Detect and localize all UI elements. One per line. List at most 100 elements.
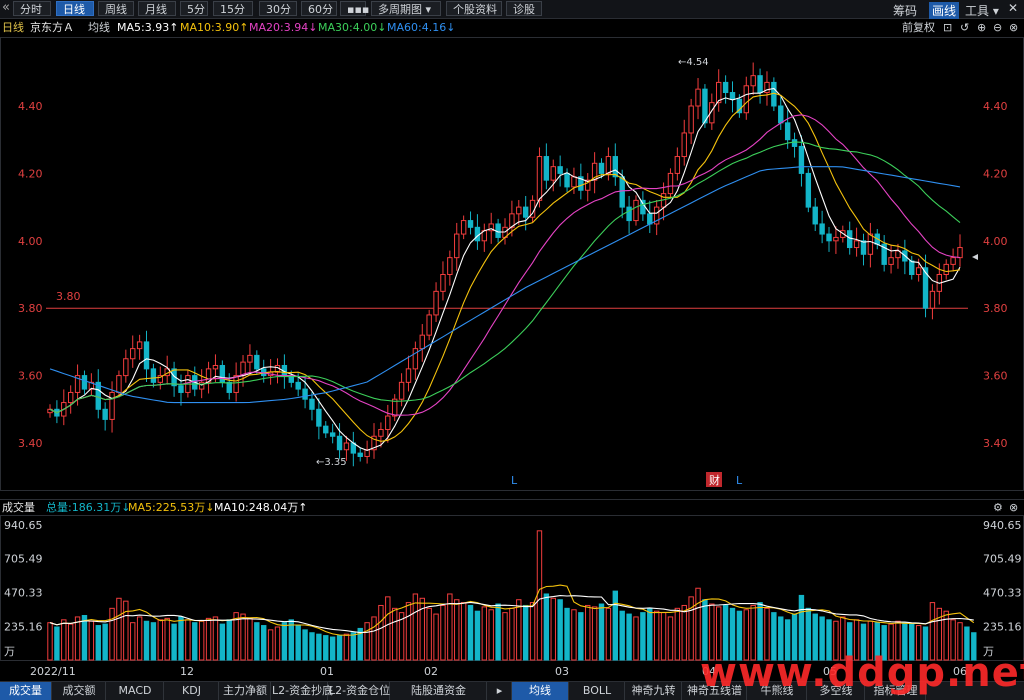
candle <box>212 364 219 370</box>
candle <box>812 206 818 225</box>
volume-total: 总量:186.31万↓ <box>46 501 131 514</box>
candle <box>516 206 522 215</box>
candle <box>460 220 467 235</box>
toolbar-item-11[interactable]: 诊股 <box>506 1 542 16</box>
volume-bar <box>467 604 474 661</box>
volume-bar <box>143 620 150 661</box>
volume-bar <box>178 616 184 661</box>
candle <box>357 452 363 457</box>
ma5-line <box>49 87 961 451</box>
toolbar-item-8[interactable]: ▪▪▪ <box>340 1 369 16</box>
low-annotation: ←3.35 <box>316 457 347 468</box>
indicator-tab-0[interactable]: 成交量 <box>0 682 52 700</box>
candle <box>536 156 543 201</box>
volume-bar <box>433 613 439 661</box>
volume-bar <box>95 625 101 661</box>
candle <box>116 375 122 393</box>
toolbar-item-4[interactable]: 5分 <box>180 1 208 16</box>
indicator-tab-1[interactable]: 成交额 <box>53 682 106 700</box>
indicator-tab-8[interactable]: ▸ <box>488 682 512 700</box>
candle <box>440 274 446 292</box>
candle <box>454 233 460 259</box>
indicator-tab-10[interactable]: BOLL <box>570 682 625 700</box>
x-tick: 02 <box>424 665 438 678</box>
close-volume-icon[interactable]: ⊗ <box>1009 500 1018 516</box>
candle <box>109 391 115 420</box>
candle <box>798 145 805 174</box>
candle <box>564 172 570 188</box>
volume-bar <box>267 629 274 661</box>
volume-bar <box>157 619 164 661</box>
candle <box>888 257 894 265</box>
volume-bar <box>667 616 674 661</box>
candle <box>640 199 646 215</box>
candle <box>550 166 556 181</box>
toolbar-item-9[interactable]: 多周期图 ▾ <box>371 1 441 16</box>
volume-bar <box>571 609 577 661</box>
indicator-tab-5[interactable]: L2-资金抄底 <box>272 682 333 700</box>
close-pane-icon[interactable]: ⊗ <box>1009 19 1018 37</box>
candle <box>130 348 136 360</box>
candle <box>219 364 226 383</box>
fuquan-dropdown[interactable]: 前复权 <box>902 19 935 37</box>
indicator-tab-11[interactable]: 神奇九转 <box>626 682 682 700</box>
candle <box>633 199 639 222</box>
candle <box>688 105 694 134</box>
volume-bar <box>564 607 570 661</box>
event-marker-2: L <box>736 474 743 487</box>
toolbar-item-6[interactable]: 30分 <box>259 1 297 16</box>
indicator-tab-3[interactable]: KDJ <box>165 682 219 700</box>
candle <box>598 162 605 174</box>
volume-bar <box>440 604 446 661</box>
volume-bar <box>364 622 370 661</box>
lock-icon[interactable]: ⊡ <box>943 19 952 37</box>
toolbar-right-item-2[interactable]: 工具 ▾ <box>965 2 999 19</box>
volume-bar <box>674 607 681 661</box>
volume-bar <box>391 607 398 661</box>
toolbar-item-10[interactable]: 个股资料 <box>446 1 502 16</box>
candle <box>343 442 350 451</box>
volume-bar <box>598 603 605 661</box>
settings-icon[interactable]: ⚙ <box>993 500 1003 516</box>
close-icon[interactable]: ✕ <box>1008 1 1018 15</box>
candle <box>750 75 756 87</box>
indicator-tab-2[interactable]: MACD <box>107 682 164 700</box>
undo-icon[interactable]: ↺ <box>960 19 969 37</box>
volume-bar <box>371 616 377 661</box>
watermark: www.ddgp.net <box>700 650 1024 696</box>
candle <box>674 156 681 174</box>
volume-bar <box>116 597 122 661</box>
volume-bar <box>419 597 425 661</box>
zoom-out-icon[interactable]: ⊖ <box>993 19 1002 37</box>
candle <box>860 240 867 255</box>
candle <box>447 257 453 275</box>
zoom-in-icon[interactable]: ⊕ <box>977 19 986 37</box>
double-chevron-left-icon[interactable]: « <box>2 0 10 15</box>
volume-bar <box>171 623 177 661</box>
candle <box>329 432 336 437</box>
volume-bar <box>619 610 625 661</box>
ma-label[interactable]: 均线 <box>88 19 110 37</box>
candle <box>316 408 322 427</box>
toolbar-item-2[interactable]: 周线 <box>98 1 134 16</box>
candlestick-chart[interactable]: 4.40 4.40 4.20 4.20 4.00 4.00 3.80 3.80 3.60 3.60… <box>0 37 1024 492</box>
indicator-tab-6[interactable]: L2-资金仓位 <box>329 682 390 700</box>
toolbar-item-7[interactable]: 60分 <box>301 1 337 16</box>
toolbar-right-item-1[interactable]: 画线 <box>929 2 960 19</box>
indicator-tab-7[interactable]: 陆股通资金 <box>391 682 487 700</box>
candle <box>722 81 729 94</box>
toolbar-item-5[interactable]: 15分 <box>213 1 253 16</box>
candle <box>247 354 253 363</box>
candle <box>612 156 619 178</box>
vol-tick-right: 470.33 <box>983 586 1022 599</box>
toolbar-item-1[interactable]: 日线 <box>56 1 94 16</box>
volume-bar <box>426 607 432 661</box>
indicator-tab-4[interactable]: 主力净额 <box>220 682 271 700</box>
volume-bar <box>495 603 501 661</box>
indicator-tab-9[interactable]: 均线 <box>512 682 569 700</box>
toolbar-item-0[interactable]: 分时 <box>13 1 51 16</box>
toolbar-right-item-0[interactable]: 筹码 <box>893 2 917 19</box>
toolbar-item-3[interactable]: 月线 <box>138 1 176 16</box>
reference-line-label: 3.80 <box>56 290 81 303</box>
candle <box>681 132 687 158</box>
